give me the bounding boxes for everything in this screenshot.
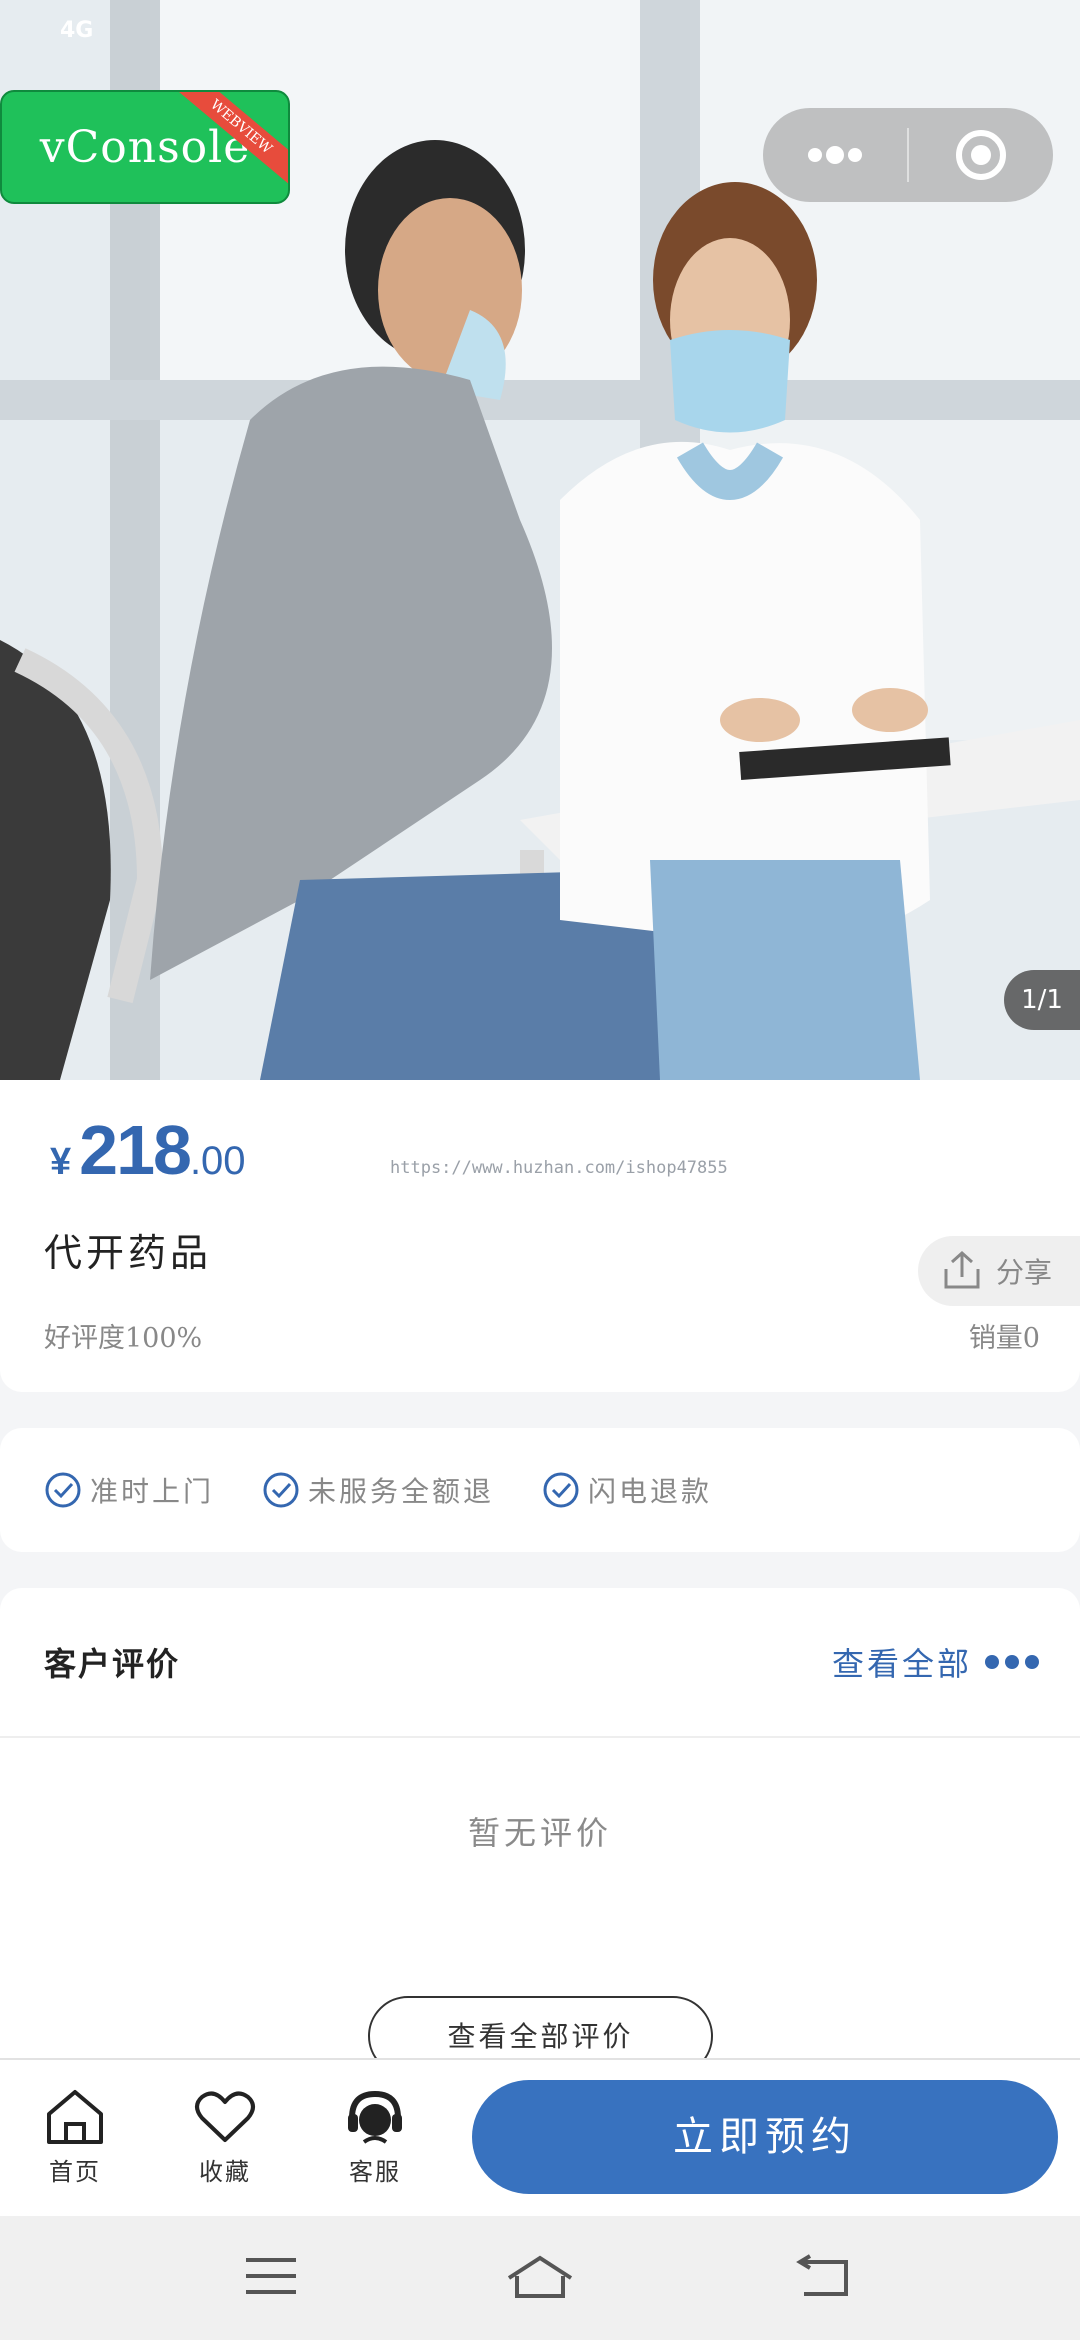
home-icon: [47, 2090, 103, 2144]
view-all-reviews-link[interactable]: 查看全部: [832, 1639, 1040, 1685]
tab-home[interactable]: 首页: [20, 2088, 130, 2187]
bottom-action-bar: 首页 收藏 客服 立即预约: [0, 2058, 1080, 2216]
customer-reviews-section: 客户评价 查看全部 暂无评价 查看全部评价: [0, 1588, 1080, 2076]
tab-customer-service[interactable]: 客服: [320, 2088, 430, 2187]
product-image-gallery[interactable]: 4G vConsole WEBVIEW 1/1: [0, 0, 1080, 1080]
mini-program-capsule: [763, 108, 1053, 202]
check-circle-icon: [45, 1472, 81, 1508]
more-dots-icon: [808, 146, 862, 164]
sales-count: 销量0: [968, 1323, 1040, 1354]
image-counter: 1/1: [1004, 970, 1080, 1030]
heart-icon: [195, 2091, 255, 2142]
reviews-title: 客户评价: [44, 1645, 181, 1683]
more-dots-icon: [985, 1655, 1039, 1669]
guarantee-label: 闪电退款: [588, 1475, 713, 1508]
reviews-header: 客户评价 查看全部: [0, 1588, 1080, 1738]
price: ¥ 218 .00: [50, 1110, 246, 1190]
guarantee-label: 未服务全额退: [308, 1475, 495, 1508]
close-circle-icon: [955, 130, 1006, 180]
guarantee-label: 准时上门: [90, 1475, 215, 1508]
menu-icon[interactable]: [244, 2254, 298, 2298]
tab-home-label: 首页: [49, 2158, 101, 2186]
rating-text: 好评度100%: [44, 1323, 203, 1354]
share-label: 分享: [996, 1256, 1053, 1289]
book-now-button[interactable]: 立即预约: [472, 2080, 1058, 2194]
no-reviews-text: 暂无评价: [467, 1814, 612, 1852]
guarantee-item: 闪电退款: [542, 1470, 712, 1510]
view-all-label: 查看全部: [831, 1645, 972, 1683]
close-mini-program-button[interactable]: [909, 108, 1053, 202]
check-circle-icon: [263, 1472, 299, 1508]
price-integer: 218: [79, 1111, 192, 1189]
product-title: 代开药品: [44, 1231, 213, 1275]
share-button[interactable]: 分享: [918, 1236, 1080, 1306]
tab-favorite-label: 收藏: [199, 2158, 251, 2186]
guarantee-item: 未服务全额退: [262, 1470, 494, 1510]
share-icon: [944, 1250, 980, 1289]
vconsole-button[interactable]: vConsole WEBVIEW: [0, 90, 290, 204]
status-bar-network: 4G: [60, 18, 94, 43]
guarantee-item: 准时上门: [44, 1470, 214, 1510]
home-nav-icon[interactable]: [505, 2254, 575, 2300]
check-circle-icon: [543, 1472, 579, 1508]
currency-symbol: ¥: [50, 1141, 72, 1183]
price-decimal: .00: [189, 1139, 246, 1183]
tab-favorite[interactable]: 收藏: [170, 2088, 280, 2187]
service-guarantees: 准时上门 未服务全额退 闪电退款: [0, 1428, 1080, 1552]
tab-service-label: 客服: [349, 2158, 401, 2186]
more-menu-button[interactable]: [763, 108, 907, 202]
vconsole-label: vConsole: [39, 121, 251, 173]
system-navigation-bar: [0, 2216, 1080, 2340]
back-icon[interactable]: [796, 2254, 852, 2298]
product-info-card: ¥ 218 .00 https://www.huzhan.com/ishop47…: [0, 1080, 1080, 1392]
headset-icon: [348, 2090, 402, 2144]
watermark-url: https://www.huzhan.com/ishop47855: [390, 1158, 728, 1178]
